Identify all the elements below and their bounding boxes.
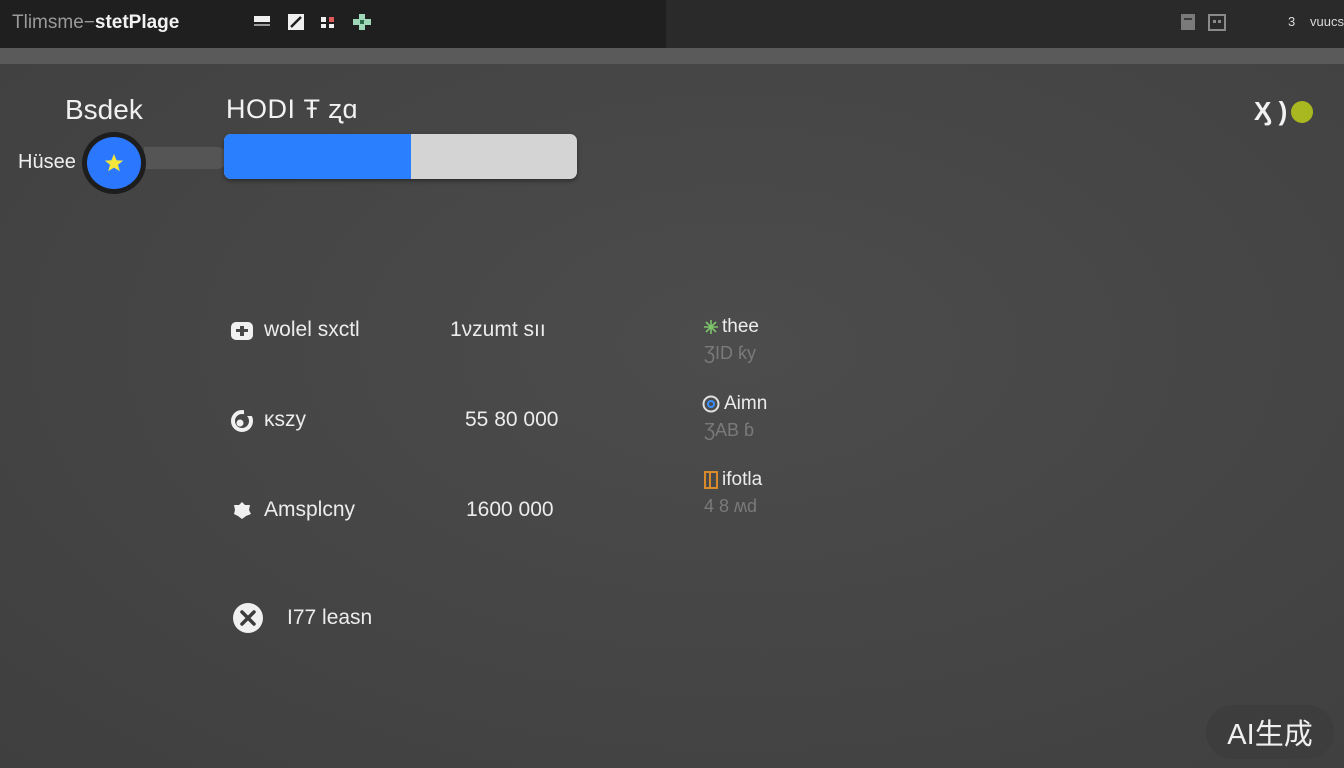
status-label[interactable]: vuucs [1310, 14, 1344, 29]
row-label: I77 leasn [287, 606, 373, 629]
tag-title: Aimn [724, 393, 768, 414]
home-label[interactable]: Hüsee [18, 151, 76, 174]
status-number: 3 [1288, 14, 1296, 29]
corner-badge-text: Ӽ ) [1254, 96, 1288, 126]
home-avatar[interactable] [82, 132, 146, 194]
row-label: ĸszy [264, 408, 306, 431]
tag-item[interactable]: Aimn ƷAB ɓ [702, 393, 852, 453]
at-icon [702, 395, 720, 413]
corner-badge[interactable]: Ӽ ) [1254, 96, 1314, 127]
progress-connector [144, 147, 228, 169]
section-heading: HODI Ŧ ʐɑ [226, 94, 359, 124]
calendar-icon[interactable] [1207, 12, 1227, 32]
tag-subtitle: 4 8 ʍd [704, 496, 758, 516]
minimize-icon[interactable] [252, 12, 272, 32]
folder-icon [228, 316, 256, 344]
edit-icon[interactable] [286, 12, 306, 32]
app-title: Tlimsme−stetPlage [12, 12, 179, 34]
list-item[interactable]: Amsplcny 1600 000 [228, 490, 608, 530]
bookmark-icon [702, 471, 720, 489]
progress-fill [224, 134, 412, 179]
sidebar-heading: Bsdek [65, 94, 143, 125]
star-outline-icon [702, 318, 720, 336]
list-item[interactable]: wolel sxctl 1νzumt sıı [228, 310, 608, 350]
add-icon[interactable] [352, 12, 372, 32]
close-circle-icon [232, 602, 264, 634]
row-label: Amsplcny [264, 498, 356, 521]
document-icon[interactable] [1178, 12, 1198, 32]
list-item[interactable]: ĸszy 55 80 000 [228, 400, 608, 440]
tag-item[interactable]: ifotla 4 8 ʍd [702, 469, 852, 529]
grid-icon[interactable] [318, 12, 338, 32]
refresh-icon [228, 406, 256, 434]
app-window: Tlimsme−stetPlage 3 vuucs Bsdek Hüsee HO [0, 0, 1344, 768]
status-dot-icon [1291, 100, 1314, 123]
list-item[interactable]: I77 leasn [228, 598, 608, 638]
app-title-prefix: Tlimsme− [12, 12, 95, 33]
progress-bar [224, 134, 577, 179]
tag-title: ifotla [722, 469, 763, 490]
title-bar: Tlimsme−stetPlage 3 vuucs [0, 0, 1344, 48]
tag-subtitle: ƷAB ɓ [704, 420, 755, 440]
ai-generated-watermark: AI生成 [1206, 705, 1334, 759]
tag-subtitle: ƷID ƙy [704, 343, 756, 363]
row-value: 1νzumt sıı [450, 318, 546, 341]
row-value: 55 80 000 [465, 408, 559, 431]
star-icon [104, 154, 124, 172]
row-value: 1600 000 [466, 498, 554, 521]
app-title-main: stetPlage [94, 12, 180, 33]
tag-item[interactable]: thee ƷID ƙy [702, 316, 852, 376]
toolbar-strip [0, 48, 1344, 64]
row-label: wolel sxctl [264, 318, 360, 341]
gear-icon [228, 496, 256, 524]
tag-title: thee [722, 316, 759, 337]
